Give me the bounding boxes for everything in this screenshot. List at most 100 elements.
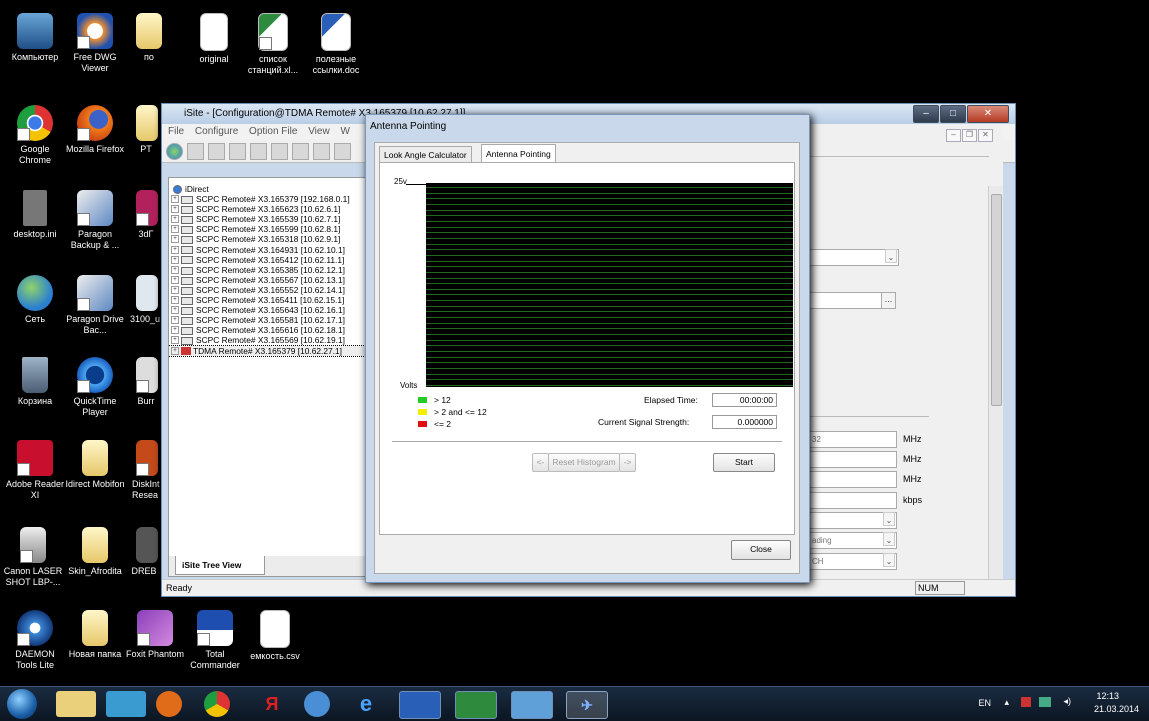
menu-view[interactable]: View xyxy=(308,126,330,137)
expand-icon[interactable]: + xyxy=(171,265,179,274)
taskbar-media-icon[interactable] xyxy=(106,691,146,717)
next-button[interactable]: -> xyxy=(619,453,636,472)
browse-button[interactable]: … xyxy=(881,292,896,309)
desktop-icon-skin[interactable]: Skin_Afrodita xyxy=(64,527,126,577)
expand-icon[interactable]: + xyxy=(171,296,179,305)
network-tray-icon[interactable] xyxy=(1039,697,1051,707)
desktop-icon-poleznye[interactable]: полезные ссылки.doc xyxy=(305,13,367,76)
tree-item[interactable]: + SCPC Remote# X3.165539 [10.62.7.1] xyxy=(169,214,369,224)
mdi-minimize-button[interactable]: – xyxy=(946,129,961,142)
desktop-icon-desktopini[interactable]: desktop.ini xyxy=(4,190,66,240)
expand-icon[interactable]: + xyxy=(171,316,179,325)
expand-icon[interactable]: + xyxy=(171,235,179,244)
desktop-icon-csv[interactable]: емкость.csv xyxy=(244,610,306,662)
frequency-field[interactable]: 32 xyxy=(809,431,897,448)
open-icon[interactable] xyxy=(229,142,246,160)
menu-file[interactable]: File xyxy=(168,126,184,137)
minimize-button[interactable]: – xyxy=(913,105,939,123)
save-icon[interactable] xyxy=(250,142,267,160)
tree-item[interactable]: + SCPC Remote# X3.165412 [10.62.11.1] xyxy=(169,255,369,265)
expand-icon[interactable]: + xyxy=(171,205,179,214)
tab-isite-tree-view[interactable]: iSite Tree View xyxy=(175,556,265,575)
taskbar-excel-icon[interactable] xyxy=(455,691,497,719)
desktop-icon-paragon-drive[interactable]: Paragon Drive Bac... xyxy=(64,275,126,336)
desktop-icon-pt[interactable]: PT xyxy=(118,105,158,155)
language-indicator[interactable]: EN xyxy=(978,698,991,708)
menu-option-file[interactable]: Option File xyxy=(249,126,297,137)
tree-item[interactable]: + SCPC Remote# X3.165379 [192.168.0.1] xyxy=(169,194,369,204)
rate-field[interactable] xyxy=(809,492,897,509)
tree-item-selected[interactable]: + TDMA Remote# X3.165379 [10.62.27.1] xyxy=(169,344,369,357)
desktop-icon-recycle[interactable]: Корзина xyxy=(4,357,66,407)
close-button[interactable]: ✕ xyxy=(967,105,1009,123)
desktop-icon-po[interactable]: по xyxy=(118,13,180,63)
tree-view[interactable]: iDirect + SCPC Remote# X3.165379 [192.168… xyxy=(168,177,370,559)
desktop-icon-dreb[interactable]: DREB xyxy=(118,527,158,577)
scrollbar-thumb[interactable] xyxy=(991,194,1002,406)
tree-item[interactable]: + SCPC Remote# X3.165599 [10.62.8.1] xyxy=(169,224,369,234)
tree-item[interactable]: + SCPC Remote# X3.165552 [10.62.14.1] xyxy=(169,285,369,295)
desktop-icon-newfolder[interactable]: Новая папка xyxy=(64,610,126,660)
frequency-field[interactable] xyxy=(809,471,897,488)
desktop-icon-canon[interactable]: Canon LASER SHOT LBP-... xyxy=(2,527,64,588)
desktop-icon-adobe[interactable]: Adobe Reader XI xyxy=(4,440,66,501)
expand-icon[interactable]: + xyxy=(171,326,179,335)
config-dropdown[interactable]: CH xyxy=(809,553,897,570)
tree-root[interactable]: iDirect xyxy=(169,184,369,195)
tree-item[interactable]: + SCPC Remote# X3.165581 [10.62.17.1] xyxy=(169,315,369,325)
show-hidden-icons-icon[interactable]: ▴ xyxy=(1004,697,1009,708)
tree-item[interactable]: + SCPC Remote# X3.165569 [10.62.19.1] xyxy=(169,335,369,345)
maximize-button[interactable]: □ xyxy=(940,105,966,123)
expand-icon[interactable]: + xyxy=(171,306,179,315)
desktop-icon-paragon-backup[interactable]: Paragon Backup & ... xyxy=(64,190,126,251)
desktop-icon-burr[interactable]: Burr xyxy=(118,357,158,407)
desktop-icon-daemon[interactable]: DAEMON Tools Lite xyxy=(4,610,66,671)
expand-icon[interactable]: + xyxy=(171,245,179,254)
tree-item[interactable]: + SCPC Remote# X3.165567 [10.62.13.1] xyxy=(169,275,369,285)
desktop-icon-computer[interactable]: Компьютер xyxy=(4,13,66,63)
mdi-close-button[interactable]: ✕ xyxy=(978,129,993,142)
reset-histogram-button[interactable]: Reset Histogram xyxy=(548,453,620,472)
toolbar-button[interactable] xyxy=(334,142,351,160)
flag-icon[interactable] xyxy=(1021,697,1031,707)
desktop-icon-idirect[interactable]: Idirect Mobifon xyxy=(64,440,126,490)
expand-icon[interactable]: + xyxy=(171,336,179,345)
taskbar-chrome-icon[interactable] xyxy=(204,691,230,717)
tree-item[interactable]: + SCPC Remote# X3.165616 [10.62.18.1] xyxy=(169,325,369,335)
frequency-field[interactable] xyxy=(809,451,897,468)
taskbar-explorer-icon[interactable] xyxy=(56,691,96,717)
taskbar-ie-icon[interactable]: e xyxy=(346,691,386,717)
tree-item[interactable]: + SCPC Remote# X3.165643 [10.62.16.1] xyxy=(169,305,369,315)
toolbar-button[interactable] xyxy=(208,142,225,160)
close-dialog-button[interactable]: Close xyxy=(731,540,791,560)
desktop-icon-original[interactable]: original xyxy=(183,13,245,65)
config-dropdown[interactable] xyxy=(809,512,897,529)
globe-icon[interactable] xyxy=(166,142,183,160)
tree-item[interactable]: + SCPC Remote# X3.164931 [10.62.10.1] xyxy=(169,245,369,255)
taskbar-player-icon[interactable] xyxy=(304,691,330,717)
start-button[interactable]: Start xyxy=(713,453,775,472)
toolbar-button[interactable] xyxy=(313,142,330,160)
volume-icon[interactable]: ◂) xyxy=(1063,696,1071,707)
expand-icon[interactable]: + xyxy=(171,225,179,234)
menu-configure[interactable]: Configure xyxy=(195,126,238,137)
vertical-scrollbar[interactable] xyxy=(988,186,1003,596)
desktop-icon-firefox[interactable]: Mozilla Firefox xyxy=(64,105,126,155)
desktop-icon-3d[interactable]: 3dГ xyxy=(118,190,158,240)
tree-item[interactable]: + SCPC Remote# X3.165385 [10.62.12.1] xyxy=(169,265,369,275)
taskbar-yandex-icon[interactable]: Я xyxy=(252,691,292,717)
expand-icon[interactable]: + xyxy=(171,255,179,264)
desktop-icon-network[interactable]: Сеть xyxy=(4,275,66,325)
taskbar-isite-icon[interactable]: ✈ xyxy=(566,691,608,719)
dialog-titlebar[interactable]: Antenna Pointing xyxy=(366,115,809,139)
desktop-icon-foxit[interactable]: Foxit Phantom xyxy=(124,610,186,660)
tree-item[interactable]: + SCPC Remote# X3.165318 [10.62.9.1] xyxy=(169,234,369,244)
toolbar-button[interactable] xyxy=(187,142,204,160)
start-button-windows[interactable] xyxy=(7,689,37,719)
tree-item[interactable]: + SCPC Remote# X3.165411 [10.62.15.1] xyxy=(169,295,369,305)
taskbar-app-icon[interactable] xyxy=(511,691,553,719)
config-field[interactable] xyxy=(809,292,883,309)
expand-icon[interactable]: + xyxy=(171,215,179,224)
expand-icon[interactable]: + xyxy=(171,275,179,284)
desktop-icon-freedwg[interactable]: Free DWG Viewer xyxy=(64,13,126,74)
